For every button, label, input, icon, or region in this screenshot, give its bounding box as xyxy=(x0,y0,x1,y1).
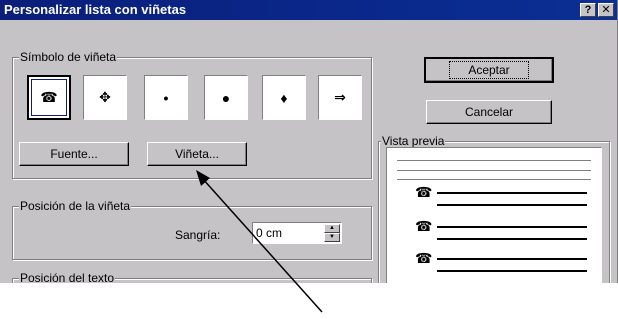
annotation-arrow xyxy=(196,170,323,313)
arrow-shaft xyxy=(201,177,323,313)
